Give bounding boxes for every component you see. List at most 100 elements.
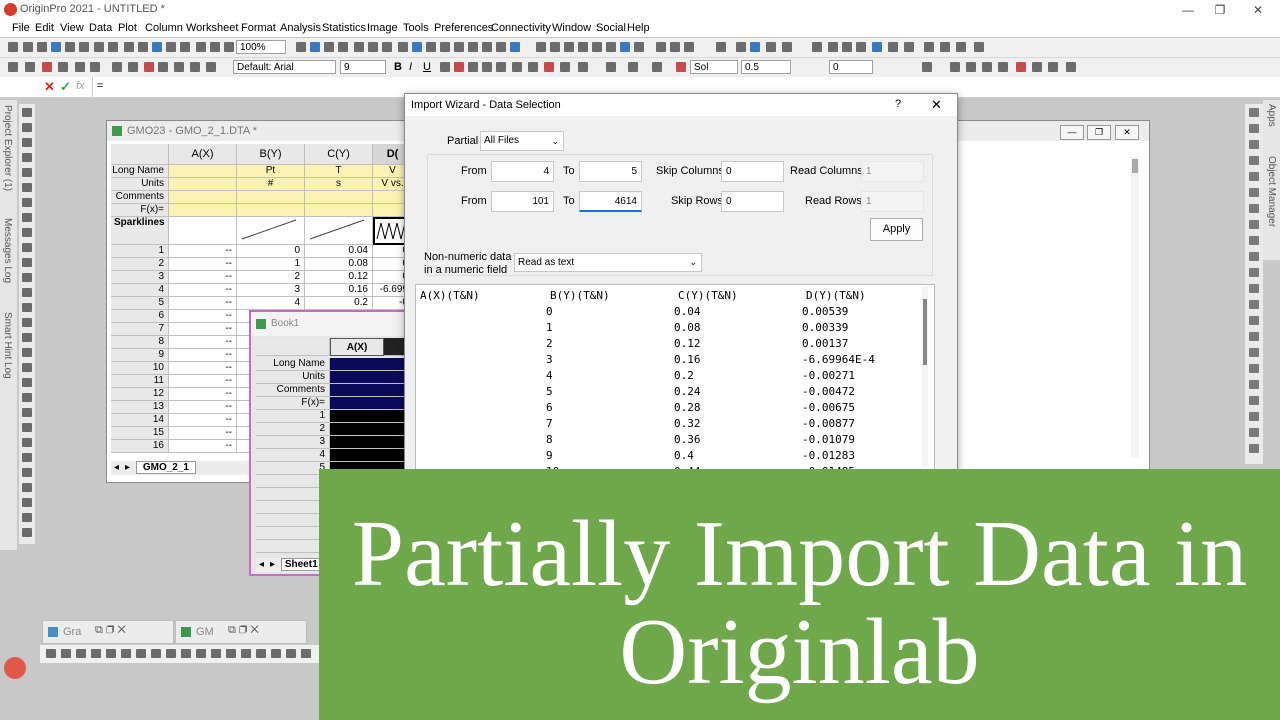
- ws-sparkline-cell[interactable]: [373, 217, 407, 245]
- ws-meta-cell[interactable]: [373, 191, 407, 204]
- bottom-tool-icon[interactable]: [286, 649, 296, 658]
- ws-data-cell[interactable]: 4: [237, 297, 305, 310]
- ws-data-cell[interactable]: 0.12: [305, 271, 373, 284]
- ws-data-cell[interactable]: 0.04: [305, 245, 373, 258]
- toolbar-icon[interactable]: [324, 42, 334, 52]
- format-toolbar-icon[interactable]: [950, 62, 960, 72]
- toolbar-icon[interactable]: [166, 42, 176, 52]
- ws-meta-cell[interactable]: [237, 191, 305, 204]
- bottom-tool-icon[interactable]: [271, 649, 281, 658]
- tool-icon[interactable]: [22, 333, 32, 342]
- toolbar-icon[interactable]: [196, 42, 206, 52]
- menu-data[interactable]: Data: [89, 22, 112, 34]
- ws-data-cell[interactable]: 2: [237, 271, 305, 284]
- smart-hint-log-tab[interactable]: Smart Hint Log: [2, 312, 13, 379]
- format-toolbar-icon[interactable]: [25, 62, 35, 72]
- toolbar-icon[interactable]: [766, 42, 776, 52]
- tool-icon[interactable]: [22, 168, 32, 177]
- ws-data-cell[interactable]: 0: [373, 258, 407, 271]
- ws-data-cell[interactable]: --: [169, 297, 237, 310]
- b1-row-number[interactable]: 1: [256, 410, 330, 423]
- toolbar-icon[interactable]: [94, 42, 104, 52]
- italic-button[interactable]: I: [409, 61, 412, 73]
- minimize-button[interactable]: —: [1170, 0, 1206, 20]
- col-from-input[interactable]: 4: [491, 161, 554, 182]
- format-toolbar-icon[interactable]: [128, 62, 138, 72]
- ws-data-cell[interactable]: 0: [237, 245, 305, 258]
- menu-edit[interactable]: Edit: [35, 22, 54, 34]
- right-tool-icon[interactable]: [1249, 236, 1259, 245]
- right-tool-icon[interactable]: [1249, 220, 1259, 229]
- tool-icon[interactable]: [22, 318, 32, 327]
- format-toolbar-icon[interactable]: [206, 62, 216, 72]
- right-tool-icon[interactable]: [1249, 268, 1259, 277]
- ws-units-cell[interactable]: s: [305, 178, 373, 191]
- dialog-help-button[interactable]: ?: [895, 98, 901, 110]
- right-tool-icon[interactable]: [1249, 348, 1259, 357]
- toolbar-icon[interactable]: [872, 42, 882, 52]
- menu-tools[interactable]: Tools: [403, 22, 429, 34]
- rotation-dropdown[interactable]: 0: [829, 60, 873, 74]
- format-toolbar-icon[interactable]: [1048, 62, 1058, 72]
- ws-column-header[interactable]: C(Y): [305, 144, 373, 165]
- toolbar-icon[interactable]: [828, 42, 838, 52]
- bottom-tool-icon[interactable]: [211, 649, 221, 658]
- format-toolbar-icon[interactable]: [676, 62, 686, 72]
- tool-icon[interactable]: [22, 273, 32, 282]
- toolbar-icon[interactable]: [974, 42, 984, 52]
- format-toolbar-icon[interactable]: [528, 62, 538, 72]
- b1-data-cell[interactable]: [330, 449, 406, 462]
- toolbar-icon[interactable]: [924, 42, 934, 52]
- tool-icon[interactable]: [22, 528, 32, 537]
- right-tool-icon[interactable]: [1249, 364, 1259, 373]
- format-toolbar-icon[interactable]: [1016, 62, 1026, 72]
- ws-data-cell[interactable]: --: [169, 310, 237, 323]
- ws-row-number[interactable]: 9: [111, 349, 169, 362]
- tool-icon[interactable]: [22, 183, 32, 192]
- ws-units-cell[interactable]: #: [237, 178, 305, 191]
- b1-row-number[interactable]: 2: [256, 423, 330, 436]
- ws-column-header[interactable]: D(: [373, 144, 407, 165]
- ws-data-cell[interactable]: --: [169, 427, 237, 440]
- format-toolbar-icon[interactable]: [8, 62, 18, 72]
- format-toolbar-icon[interactable]: [496, 62, 506, 72]
- ws-close-button[interactable]: ✕: [1115, 125, 1139, 140]
- format-toolbar-icon[interactable]: [982, 62, 992, 72]
- format-toolbar-icon[interactable]: [144, 62, 154, 72]
- format-toolbar-icon[interactable]: [578, 62, 588, 72]
- toolbar-icon[interactable]: [904, 42, 914, 52]
- right-tool-icon[interactable]: [1249, 140, 1259, 149]
- ws-data-cell[interactable]: --: [169, 258, 237, 271]
- bottom-tool-icon[interactable]: [106, 649, 116, 658]
- toolbar-icon[interactable]: [670, 42, 680, 52]
- right-tool-icon[interactable]: [1249, 124, 1259, 133]
- tool-icon[interactable]: [22, 243, 32, 252]
- right-tool-icon[interactable]: [1249, 156, 1259, 165]
- menu-file[interactable]: File: [12, 22, 30, 34]
- ws-units-cell[interactable]: [169, 178, 237, 191]
- toolbar-icon[interactable]: [23, 42, 33, 52]
- format-toolbar-icon[interactable]: [628, 62, 638, 72]
- right-tool-icon[interactable]: [1249, 284, 1259, 293]
- ws-column-header[interactable]: A(X): [169, 144, 237, 165]
- bottom-tool-icon[interactable]: [181, 649, 191, 658]
- tool-icon[interactable]: [22, 513, 32, 522]
- ws-row-number[interactable]: 3: [111, 271, 169, 284]
- toolbar-icon[interactable]: [956, 42, 966, 52]
- toolbar-icon[interactable]: [510, 42, 520, 52]
- ws-row-number[interactable]: 6: [111, 310, 169, 323]
- tool-icon[interactable]: [22, 288, 32, 297]
- format-toolbar-icon[interactable]: [512, 62, 522, 72]
- tool-icon[interactable]: [22, 213, 32, 222]
- format-toolbar-icon[interactable]: [1066, 62, 1076, 72]
- format-toolbar-icon[interactable]: [190, 62, 200, 72]
- toolbar-icon[interactable]: [856, 42, 866, 52]
- zoom-dropdown[interactable]: 100%: [236, 40, 286, 54]
- menu-preferences[interactable]: Preferences: [434, 22, 493, 34]
- ws-meta-cell[interactable]: [169, 191, 237, 204]
- format-toolbar-icon[interactable]: [468, 62, 478, 72]
- messages-log-tab[interactable]: Messages Log: [2, 218, 13, 283]
- minimized-graph-window[interactable]: Gra ⧉ ❐ ✕: [42, 620, 174, 644]
- restore-button[interactable]: ❐: [1202, 0, 1238, 20]
- tool-icon[interactable]: [22, 108, 32, 117]
